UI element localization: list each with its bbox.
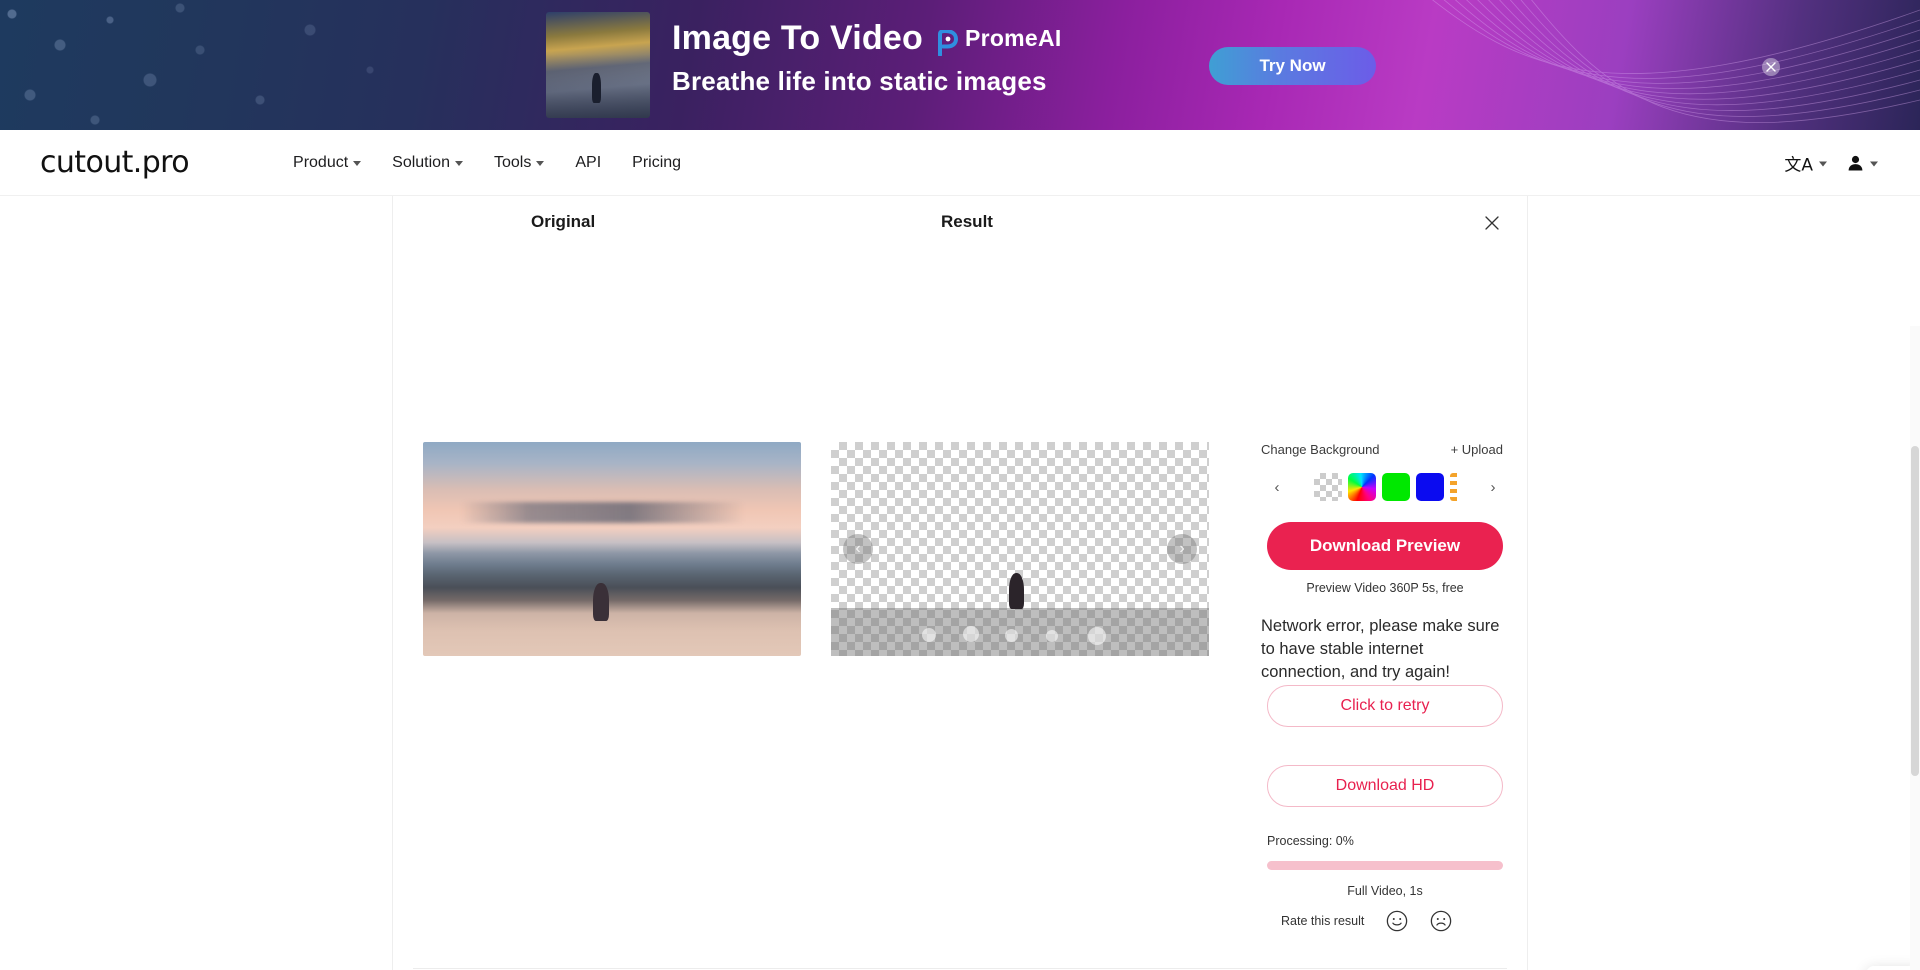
ad-subheadline: Breathe life into static images xyxy=(672,66,1047,96)
nav-item-product[interactable]: Product xyxy=(293,153,362,172)
processing-status: Processing: 0% xyxy=(1267,834,1354,848)
editor-header: Original Result xyxy=(393,196,1527,252)
close-glyph xyxy=(1766,62,1776,72)
swatch-prev-button[interactable]: ‹ xyxy=(1267,479,1287,496)
swatch-blue[interactable] xyxy=(1415,473,1444,501)
page-body: Original Result ‹ › Change Background + … xyxy=(0,196,1920,970)
try-now-button[interactable]: Try Now xyxy=(1209,47,1376,85)
nav-label: Product xyxy=(293,153,349,171)
download-hd-button[interactable]: Download HD xyxy=(1267,765,1503,807)
change-background-row: Change Background + Upload xyxy=(1261,442,1503,457)
promeai-logo-icon xyxy=(937,25,958,57)
language-switcher[interactable]: 文A xyxy=(1784,150,1827,175)
nav-label: Pricing xyxy=(632,153,682,171)
chevron-down-icon xyxy=(1819,161,1827,166)
download-preview-button[interactable]: Download Preview xyxy=(1267,522,1503,570)
header-actions: 文A xyxy=(1784,150,1878,175)
background-swatch-picker: ‹ › xyxy=(1267,468,1503,506)
nav-label: API xyxy=(575,153,602,171)
sparkle-dot xyxy=(1088,627,1107,645)
site-header: cutout.pro Product Solution Tools API Pr… xyxy=(0,130,1920,196)
user-icon xyxy=(1848,155,1863,170)
click-to-retry-button[interactable]: Click to retry xyxy=(1267,685,1503,727)
rate-result-label: Rate this result xyxy=(1281,914,1365,928)
swatch-green[interactable] xyxy=(1381,473,1410,501)
page-scrollbar[interactable] xyxy=(1910,326,1920,970)
full-video-label: Full Video, 1s xyxy=(1347,884,1423,898)
nav-item-tools[interactable]: Tools xyxy=(493,153,545,172)
ad-wave-decoration xyxy=(1432,0,1920,123)
swatch-rainbow[interactable] xyxy=(1347,473,1376,501)
promeai-brand: PromeAI xyxy=(937,18,1062,58)
sparkle-dot xyxy=(921,628,936,642)
primary-navigation: Product Solution Tools API Pricing xyxy=(293,154,681,172)
result-subject-silhouette xyxy=(1008,573,1024,609)
original-image xyxy=(423,442,801,656)
error-message: Network error, please make sure to have … xyxy=(1261,617,1500,681)
chevron-down-icon xyxy=(536,161,545,166)
ad-headline: Image To Video xyxy=(672,19,923,57)
rate-result-row: Rate this result xyxy=(1281,910,1509,932)
sparkle-dot xyxy=(1004,629,1018,642)
translate-icon: 文A xyxy=(1784,155,1813,175)
upload-background-button[interactable]: + Upload xyxy=(1451,442,1503,457)
result-image: ‹ › xyxy=(831,442,1209,656)
swatch-next-partial[interactable] xyxy=(1449,473,1457,501)
nav-label: Solution xyxy=(392,153,450,171)
chevron-down-icon xyxy=(353,161,362,166)
result-column-title: Result xyxy=(941,212,993,231)
ad-copy: Image To Video PromeAI Breathe life into… xyxy=(672,18,1062,97)
original-column-title: Original xyxy=(531,212,596,231)
chevron-down-icon xyxy=(454,161,463,166)
nav-label: Tools xyxy=(493,153,532,171)
section-divider xyxy=(413,968,1507,969)
result-shadow-band xyxy=(831,608,1209,656)
close-glyph xyxy=(1485,216,1499,230)
swatch-transparent[interactable] xyxy=(1313,473,1342,501)
close-icon[interactable] xyxy=(1479,210,1505,236)
swatch-next-button[interactable]: › xyxy=(1483,479,1503,496)
nav-item-pricing[interactable]: Pricing xyxy=(632,154,681,172)
change-background-label: Change Background xyxy=(1261,442,1380,457)
promeai-name: PromeAI xyxy=(964,25,1062,51)
smiley-happy-icon[interactable] xyxy=(1386,910,1408,932)
ad-thumbnail-image xyxy=(546,12,650,118)
result-prev-arrow[interactable]: ‹ xyxy=(843,534,873,564)
nav-item-api[interactable]: API xyxy=(575,154,601,172)
chevron-down-icon xyxy=(1870,161,1878,166)
nav-item-solution[interactable]: Solution xyxy=(392,154,463,172)
smiley-sad-icon[interactable] xyxy=(1430,910,1452,932)
scrollbar-thumb[interactable] xyxy=(1911,446,1919,776)
ad-close-icon[interactable] xyxy=(1762,58,1780,76)
preview-note: Preview Video 360P 5s, free xyxy=(1306,581,1464,595)
progress-bar xyxy=(1267,861,1503,870)
ad-banner[interactable]: Image To Video PromeAI Breathe life into… xyxy=(0,0,1920,130)
swatch-list xyxy=(1313,473,1457,501)
editor-card: Original Result ‹ › Change Background + … xyxy=(392,196,1528,970)
ad-bubble-decoration xyxy=(0,0,480,130)
account-menu[interactable] xyxy=(1847,154,1878,171)
result-next-arrow[interactable]: › xyxy=(1167,534,1197,564)
logo-cutout-pro[interactable]: cutout.pro xyxy=(40,145,190,180)
